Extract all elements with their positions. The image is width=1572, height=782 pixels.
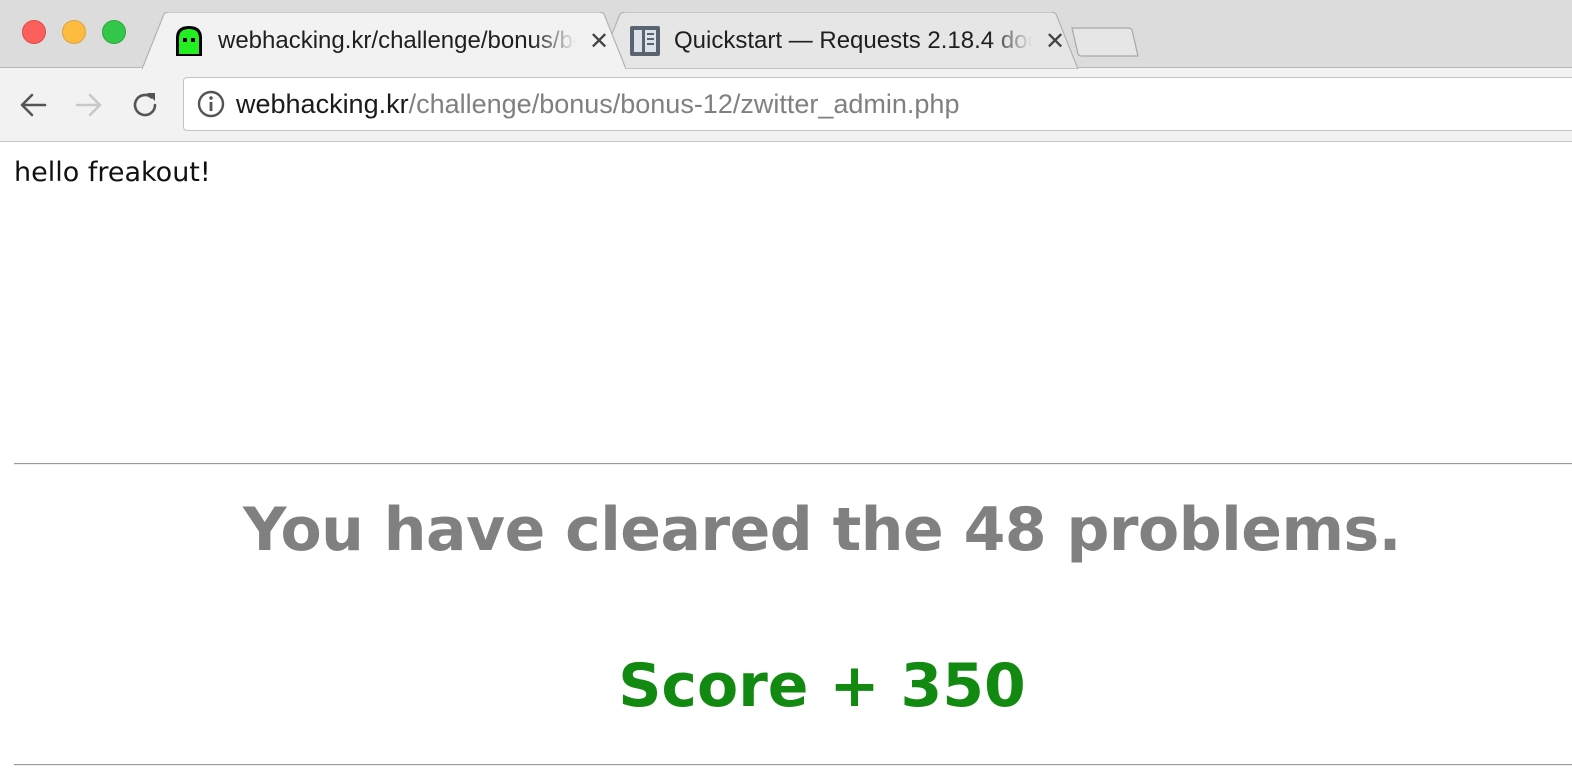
close-tab-icon[interactable]: ✕ bbox=[586, 27, 612, 55]
address-bar[interactable]: webhacking.kr/challenge/bonus/bonus-12/z… bbox=[183, 77, 1572, 131]
score-message: Score + 350 bbox=[618, 651, 1026, 721]
greeting-text: hello freakout! bbox=[14, 157, 211, 188]
url-host: webhacking.kr bbox=[236, 88, 409, 119]
tab-strip: Quickstart — Requests 2.18.4 documentati… bbox=[0, 0, 1572, 69]
browser-toolbar: webhacking.kr/challenge/bonus/bonus-12/z… bbox=[0, 68, 1572, 142]
info-icon[interactable] bbox=[196, 89, 226, 119]
green-ghost-icon bbox=[176, 25, 202, 56]
tab-webhacking[interactable]: webhacking.kr/challenge/bonus/bonus-12/z… bbox=[142, 12, 626, 69]
horizontal-rule bbox=[14, 463, 1572, 465]
back-arrow-icon[interactable] bbox=[18, 90, 48, 120]
cleared-message: You have cleared the 48 problems. bbox=[243, 495, 1401, 565]
url-path: /challenge/bonus/bonus-12/zwitter_admin.… bbox=[408, 88, 960, 119]
close-tab-icon[interactable]: ✕ bbox=[1042, 27, 1068, 55]
maximize-window-button[interactable] bbox=[102, 20, 126, 44]
close-window-button[interactable] bbox=[22, 20, 46, 44]
minimize-window-button[interactable] bbox=[62, 20, 86, 44]
tab-title: webhacking.kr/challenge/bonus/bonus-12/z… bbox=[218, 26, 576, 54]
reload-icon[interactable] bbox=[130, 90, 160, 120]
page-content: hello freakout! You have cleared the 48 … bbox=[0, 143, 1572, 782]
tab-title: Quickstart — Requests 2.18.4 documentati… bbox=[674, 26, 1032, 54]
forward-arrow-icon[interactable] bbox=[74, 90, 104, 120]
horizontal-rule bbox=[14, 764, 1572, 766]
tab-quickstart[interactable]: Quickstart — Requests 2.18.4 documentati… bbox=[598, 12, 1082, 69]
document-icon bbox=[630, 25, 660, 56]
url-text[interactable]: webhacking.kr/challenge/bonus/bonus-12/z… bbox=[236, 89, 959, 120]
